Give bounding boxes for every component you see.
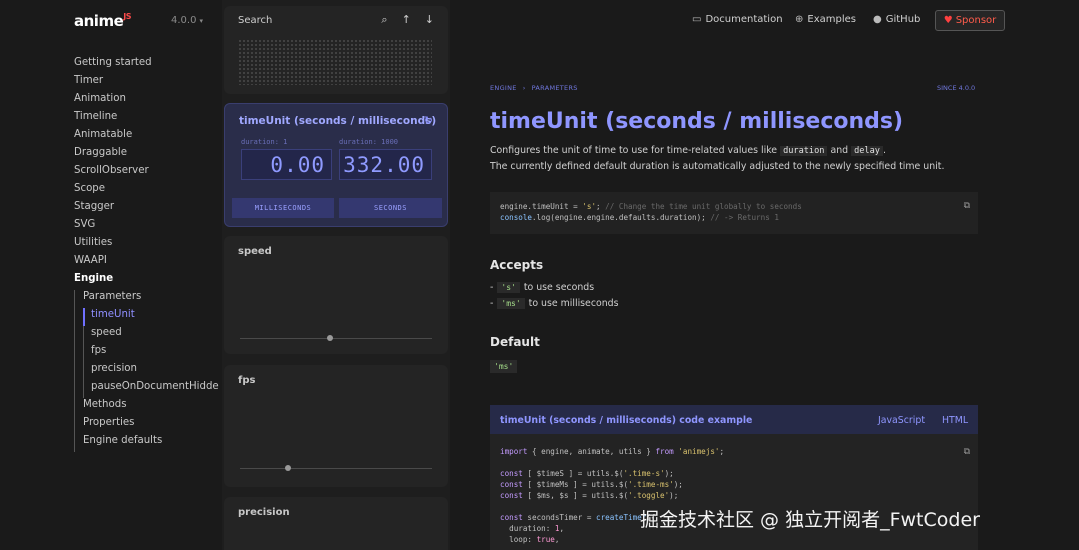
sidebar-item-parameters[interactable]: Parameters (83, 290, 214, 308)
sidebar-item-speed[interactable]: speed (91, 326, 214, 344)
github-link[interactable]: ● GitHub (873, 14, 920, 25)
globe-icon: ⊕ (795, 14, 804, 25)
sidebar-item-svg[interactable]: SVG (74, 218, 214, 236)
tab-javascript[interactable]: JavaScript (878, 415, 925, 426)
search-icon[interactable]: ⌕ (381, 13, 387, 27)
sidebar-item-waapi[interactable]: WAAPI (74, 254, 214, 272)
active-indicator (83, 308, 85, 326)
top-nav: ▭ Documentation ⊕ Examples ● GitHub ♥ Sponso… (450, 0, 1079, 42)
sidebar-item-draggable[interactable]: Draggable (74, 146, 214, 164)
sidebar-item-fps[interactable]: fps (91, 344, 214, 362)
sidebar-item-precision[interactable]: precision (91, 362, 214, 380)
sidebar-item-timeunit[interactable]: timeUnit (91, 308, 214, 326)
duration-ms-label: duration: 1000 (339, 138, 399, 146)
accepts-item-milliseconds: -'ms' to use milliseconds (490, 298, 619, 309)
example-header: timeUnit (seconds / milliseconds) code e… (490, 405, 978, 434)
heart-icon: ♥ (943, 15, 953, 26)
book-icon: ▭ (692, 14, 702, 25)
sidebar-item-pauseondocumenthidden[interactable]: pauseOnDocumentHidde (91, 380, 219, 398)
copy-icon[interactable]: ⧉ (964, 447, 970, 457)
fps-slider-handle[interactable] (285, 465, 291, 471)
breadcrumb: ENGINE › PARAMETERS (490, 84, 578, 92)
sidebar-item-scope[interactable]: Scope (74, 182, 214, 200)
arrow-up-icon[interactable]: ↑ (402, 13, 411, 27)
accepts-heading: Accepts (490, 258, 544, 272)
search-input[interactable]: Search (238, 15, 272, 26)
sidebar-item-engine[interactable]: Engine (74, 272, 214, 290)
code-snippet: ⧉ engine.timeUnit = 's'; // Change the t… (490, 192, 978, 234)
documentation-link[interactable]: ▭ Documentation (692, 14, 783, 25)
sponsor-button[interactable]: ♥ Sponsor (935, 10, 1005, 31)
demo-column: Search ⌕ ↑ ↓ timeUnit (seconds / millise… (222, 0, 450, 550)
since-version: SINCE 4.0.0 (937, 84, 976, 92)
arrow-down-icon[interactable]: ↓ (425, 13, 434, 27)
sidebar-item-animatable[interactable]: Animatable (74, 128, 214, 146)
duration-seconds-label: duration: 1 (241, 138, 288, 146)
sidebar-item-animation[interactable]: Animation (74, 92, 214, 110)
sidebar-item-getting-started[interactable]: Getting started (74, 56, 214, 74)
github-icon: ● (873, 14, 882, 25)
page-title: timeUnit (seconds / milliseconds) (490, 109, 904, 134)
default-value: 'ms' (490, 360, 518, 373)
code-text: engine.timeUnit = 's'; // Change the tim… (500, 202, 802, 222)
milliseconds-display: 332.00 (339, 149, 432, 180)
speed-slider[interactable] (240, 335, 432, 341)
seconds-button[interactable]: SECONDS (339, 198, 442, 218)
sidebar-nav: Getting started Timer Animation Timeline… (74, 56, 219, 452)
search-results-preview (238, 39, 432, 85)
fps-label: fps (238, 375, 256, 386)
sidebar-item-properties[interactable]: Properties (83, 416, 214, 434)
sidebar: animeJS 4.0.0 ▾ Getting started Timer Ani… (0, 0, 222, 550)
fps-demo-panel: fps (224, 365, 448, 487)
sidebar-item-stagger[interactable]: Stagger (74, 200, 214, 218)
breadcrumb-engine[interactable]: ENGINE (490, 84, 517, 92)
sidebar-item-methods[interactable]: Methods (83, 398, 214, 416)
demo-title: timeUnit (seconds / milliseconds) (239, 115, 437, 127)
engine-subnav: Parameters timeUnit speed fps precision … (74, 290, 219, 452)
animejs-logo[interactable]: animeJS (74, 12, 131, 30)
speed-label: speed (238, 246, 272, 257)
speed-demo-panel: speed (224, 236, 448, 354)
precision-demo-panel: precision (224, 497, 448, 550)
examples-link[interactable]: ⊕ Examples (795, 14, 856, 25)
milliseconds-button[interactable]: MILLISECONDS (232, 198, 334, 218)
refresh-icon[interactable]: ↻ (424, 114, 433, 127)
accepts-item-seconds: -'s' to use seconds (490, 282, 595, 293)
sidebar-item-engine-defaults[interactable]: Engine defaults (83, 434, 214, 452)
precision-label: precision (238, 507, 290, 518)
watermark: 掘金技术社区 @ 独立开阅者_FwtCoder (640, 509, 980, 531)
default-heading: Default (490, 335, 540, 349)
speed-slider-handle[interactable] (327, 335, 334, 341)
sidebar-item-scrollobserver[interactable]: ScrollObserver (74, 164, 214, 182)
version-selector[interactable]: 4.0.0 ▾ (171, 15, 203, 26)
fps-slider[interactable] (240, 465, 432, 471)
example-title: timeUnit (seconds / milliseconds) code e… (500, 415, 753, 426)
chevron-down-icon: ▾ (199, 17, 203, 25)
copy-icon[interactable]: ⧉ (964, 201, 970, 211)
parameters-subnav: timeUnit speed fps precision pauseOnDocu… (83, 308, 219, 398)
main-content: ENGINE › PARAMETERS SINCE 4.0.0 timeUnit (… (450, 42, 1079, 550)
sidebar-item-timeline[interactable]: Timeline (74, 110, 214, 128)
description: Configures the unit of time to use for t… (490, 145, 945, 172)
breadcrumb-parameters[interactable]: PARAMETERS (532, 84, 578, 92)
timeunit-demo-panel: timeUnit (seconds / milliseconds) ↻ dura… (224, 103, 448, 227)
seconds-display: 0.00 (241, 149, 332, 180)
search-panel: Search ⌕ ↑ ↓ (224, 6, 448, 94)
tab-html[interactable]: HTML (942, 415, 968, 426)
sidebar-item-timer[interactable]: Timer (74, 74, 214, 92)
sidebar-item-utilities[interactable]: Utilities (74, 236, 214, 254)
